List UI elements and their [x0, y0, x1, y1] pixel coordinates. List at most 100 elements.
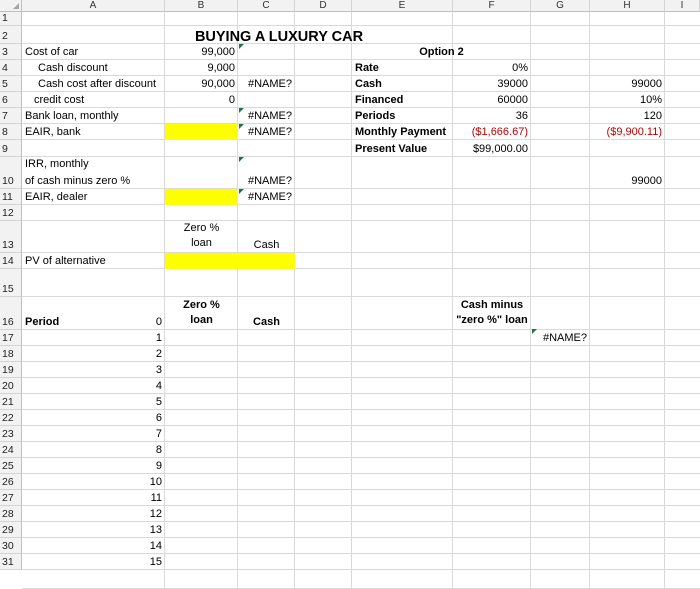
period-value[interactable]: 8 [22, 442, 165, 458]
header-cash-minus-f15[interactable]: Cash minus "zero %" loan [453, 297, 531, 330]
row-header-12[interactable]: 12 [0, 205, 22, 221]
row-header-14[interactable]: 14 [0, 253, 22, 269]
option2-periods-label[interactable]: Periods [352, 108, 453, 124]
period-value[interactable]: 5 [22, 394, 165, 410]
option2-pv[interactable]: $99,000.00 [453, 140, 531, 157]
period-value[interactable]: 12 [22, 506, 165, 522]
row-header-6[interactable]: 6 [0, 92, 22, 108]
column-header-f[interactable]: F [453, 0, 531, 12]
row-header-30[interactable]: 30 [0, 538, 22, 554]
period-value[interactable]: 7 [22, 426, 165, 442]
cell-c6[interactable]: #NAME? [238, 108, 295, 124]
highlight-b13-c13[interactable] [165, 253, 295, 269]
row-header-10[interactable]: 10 [0, 157, 22, 189]
cell-h7[interactable]: ($9,900.11) [590, 124, 665, 140]
header-cash-c12[interactable]: Cash [238, 221, 295, 253]
option2-financed[interactable]: 60000 [453, 92, 531, 108]
cell-c9[interactable]: #NAME? [238, 172, 295, 189]
row-header-1[interactable]: 1 [0, 12, 22, 26]
row-header-29[interactable]: 29 [0, 522, 22, 538]
period-value[interactable]: 9 [22, 458, 165, 474]
period-value[interactable]: 10 [22, 474, 165, 490]
row-header-25[interactable]: 25 [0, 458, 22, 474]
cell-b2[interactable]: 99,000 [165, 44, 238, 60]
cell-h6[interactable]: 120 [590, 108, 665, 124]
period-value[interactable]: 0 [22, 297, 165, 330]
sheet-title[interactable]: BUYING A LUXURY CAR [165, 26, 393, 45]
select-all-corner[interactable] [0, 0, 22, 12]
column-header-i[interactable]: I [665, 0, 700, 12]
row-header-3[interactable]: 3 [0, 44, 22, 60]
row-header-15[interactable]: 15 [0, 269, 22, 297]
row-header-26[interactable]: 26 [0, 474, 22, 490]
row-header-9[interactable]: 9 [0, 140, 22, 157]
header-cash-c15[interactable]: Cash [238, 297, 295, 330]
period-value[interactable]: 13 [22, 522, 165, 538]
cell-h9[interactable]: 99000 [590, 172, 665, 189]
row-header-27[interactable]: 27 [0, 490, 22, 506]
row-header-13[interactable]: 13 [0, 221, 22, 253]
cell-c4[interactable]: #NAME? [238, 76, 295, 92]
cell-c7[interactable]: #NAME? [238, 124, 295, 140]
period-value[interactable]: 6 [22, 410, 165, 426]
row-header-28[interactable]: 28 [0, 506, 22, 522]
label-eair-dealer[interactable]: EAIR, dealer [22, 189, 165, 205]
column-header-g[interactable]: G [531, 0, 590, 12]
label-pv-alternative[interactable]: PV of alternative [22, 253, 165, 269]
label-credit-cost[interactable]: credit cost [22, 92, 165, 108]
column-header-e[interactable]: E [352, 0, 453, 12]
cell-b3[interactable]: 9,000 [165, 60, 238, 76]
label-bank-loan-monthly[interactable]: Bank loan, monthly [22, 108, 165, 124]
column-header-b[interactable]: B [165, 0, 238, 12]
column-header-h[interactable]: H [590, 0, 665, 12]
label-irr-monthly-2[interactable]: of cash minus zero % [22, 172, 165, 189]
option2-pv-label[interactable]: Present Value [352, 140, 453, 157]
row-header-23[interactable]: 23 [0, 426, 22, 442]
option2-cash-label[interactable]: Cash [352, 76, 453, 92]
label-cash-cost-after-discount[interactable]: Cash cost after discount [22, 76, 165, 92]
cell-h5[interactable]: 10% [590, 92, 665, 108]
column-header-c[interactable]: C [238, 0, 295, 12]
row-header-4[interactable]: 4 [0, 60, 22, 76]
row-header-8[interactable]: 8 [0, 124, 22, 140]
period-value[interactable]: 15 [22, 554, 165, 570]
row-header-17[interactable]: 17 [0, 330, 22, 346]
row-header-31[interactable]: 31 [0, 554, 22, 570]
column-header-d[interactable]: D [295, 0, 352, 12]
row-header-18[interactable]: 18 [0, 346, 22, 362]
period-value[interactable]: 3 [22, 362, 165, 378]
column-header-a[interactable]: A [22, 0, 165, 12]
row-header-5[interactable]: 5 [0, 76, 22, 92]
header-zero-loan-b15[interactable]: Zero % loan [165, 297, 238, 330]
row-header-22[interactable]: 22 [0, 410, 22, 426]
period-value[interactable]: 11 [22, 490, 165, 506]
option2-financed-label[interactable]: Financed [352, 92, 453, 108]
row-header-24[interactable]: 24 [0, 442, 22, 458]
label-cash-discount[interactable]: Cash discount [22, 60, 165, 76]
option2-monthly[interactable]: ($1,666.67) [453, 124, 531, 140]
period-value[interactable]: 2 [22, 346, 165, 362]
row-header-20[interactable]: 20 [0, 378, 22, 394]
label-irr-monthly-1[interactable]: IRR, monthly [22, 157, 165, 172]
row-header-21[interactable]: 21 [0, 394, 22, 410]
option2-header[interactable]: Option 2 [352, 44, 531, 60]
label-cost-of-car[interactable]: Cost of car [22, 44, 165, 60]
cell-b4[interactable]: 90,000 [165, 76, 238, 92]
period-value[interactable]: 1 [22, 330, 165, 346]
row-header-19[interactable]: 19 [0, 362, 22, 378]
option2-periods[interactable]: 36 [453, 108, 531, 124]
cell-b5[interactable]: 0 [165, 92, 238, 108]
spreadsheet-grid[interactable]: ABCDEFGHI 1 2 3 4 5 6 7 8 9 10 11 12 13 14 15 16 17 18 19 2… [0, 0, 700, 589]
cell-c10[interactable]: #NAME? [238, 189, 295, 205]
highlight-b7[interactable] [165, 124, 238, 140]
highlight-b10[interactable] [165, 189, 238, 205]
label-eair-bank[interactable]: EAIR, bank [22, 124, 165, 140]
option2-monthly-label[interactable]: Monthly Payment [352, 124, 453, 140]
option2-cash[interactable]: 39000 [453, 76, 531, 92]
cell-h4[interactable]: 99000 [590, 76, 665, 92]
option2-rate-label[interactable]: Rate [352, 60, 453, 76]
period-value[interactable]: 14 [22, 538, 165, 554]
cell-g16[interactable]: #NAME? [531, 330, 590, 346]
header-zero-loan-b12[interactable]: Zero % loan [165, 221, 238, 253]
row-header-7[interactable]: 7 [0, 108, 22, 124]
